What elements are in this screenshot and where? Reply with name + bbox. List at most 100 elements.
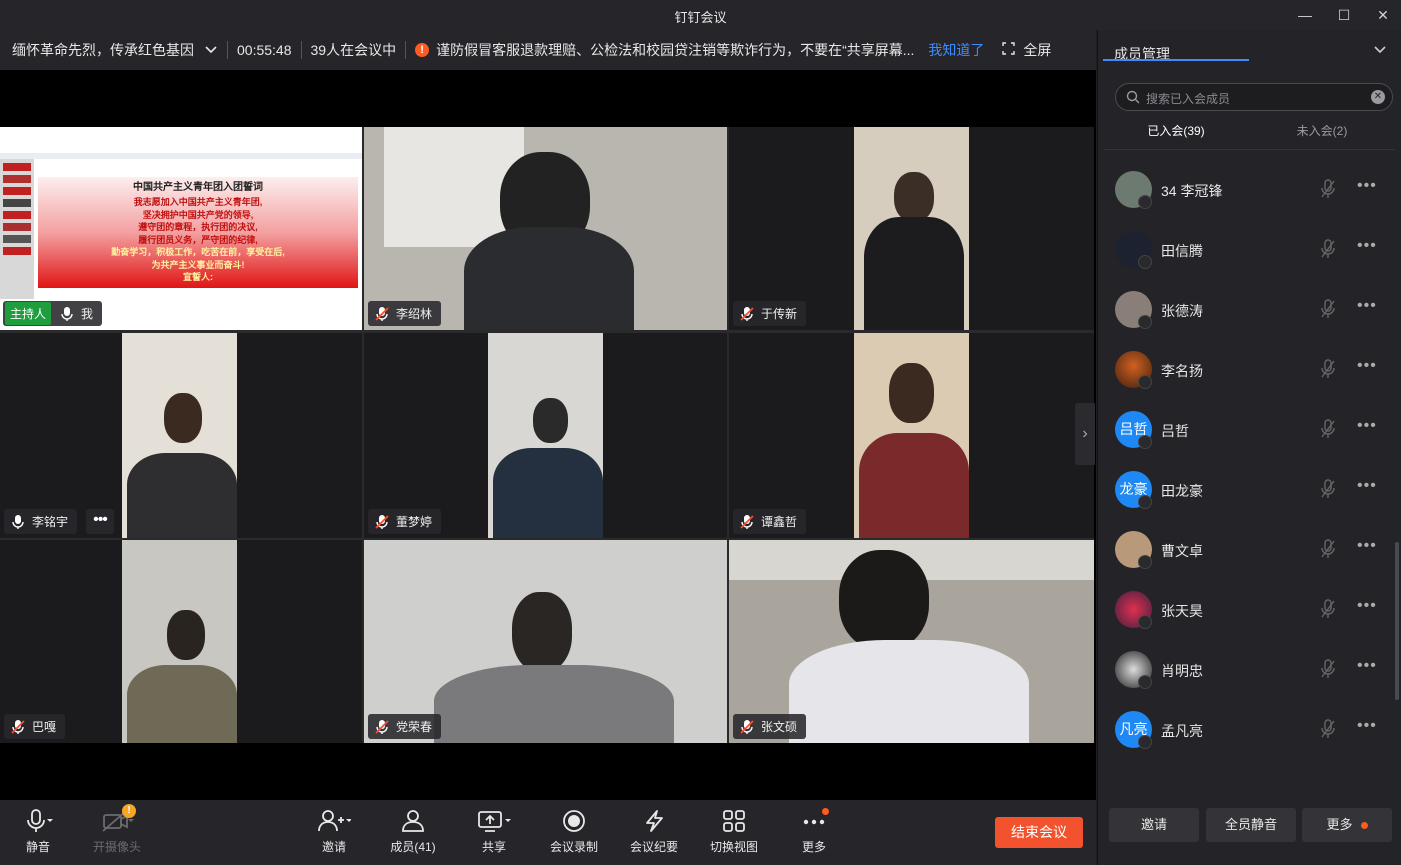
invite-button[interactable]: 邀请 xyxy=(296,808,372,855)
mic-muted-badge-icon xyxy=(1138,735,1152,749)
panel-more-button[interactable]: 更多 xyxy=(1302,808,1392,842)
member-list-scrollbar[interactable] xyxy=(1395,542,1399,700)
fullscreen-icon[interactable] xyxy=(1002,42,1016,58)
invite-button[interactable]: 邀请 xyxy=(1109,808,1199,842)
switch-view-button[interactable]: 切换视图 xyxy=(696,808,772,855)
next-page-chevron-icon[interactable]: › xyxy=(1075,403,1095,465)
list-item[interactable]: 凡亮 孟凡亮 ••• xyxy=(1098,700,1398,760)
participant-name: 张文硕 xyxy=(761,720,798,734)
more-button[interactable]: 更多 xyxy=(776,808,852,855)
record-button[interactable]: 会议录制 xyxy=(536,808,612,855)
member-name: 张天昊 xyxy=(1161,603,1203,619)
share-button[interactable]: 共享 xyxy=(456,808,532,855)
participant-name: 李绍林 xyxy=(396,307,433,321)
tab-joined[interactable]: 已入会(39) xyxy=(1103,122,1249,139)
camera-feed xyxy=(122,540,237,743)
video-tile-participant[interactable]: 谭鑫哲 xyxy=(729,333,1094,538)
list-item[interactable]: 曹文卓 ••• xyxy=(1098,520,1398,580)
chevron-down-icon[interactable] xyxy=(204,42,218,58)
participant-name: 李铭宇 xyxy=(32,515,69,529)
share-label: 共享 xyxy=(481,840,506,854)
minutes-button[interactable]: 会议纪要 xyxy=(616,808,692,855)
close-icon[interactable]: ✕ xyxy=(1372,4,1394,26)
attendee-count[interactable]: 39人在会议中 xyxy=(311,40,397,60)
minimize-icon[interactable]: — xyxy=(1294,4,1316,26)
list-item[interactable]: 龙豪 田龙豪 ••• xyxy=(1098,460,1398,520)
list-item[interactable]: 张德涛 ••• xyxy=(1098,280,1398,340)
list-item[interactable]: 张天昊 ••• xyxy=(1098,580,1398,640)
video-tile-participant[interactable]: 李绍林 xyxy=(364,127,727,330)
fraud-notice: 谨防假冒客服退款理赔、公检法和校园贷注销等欺诈行为，不要在“共享屏幕... xyxy=(436,42,915,58)
mic-muted-icon[interactable] xyxy=(1320,239,1336,259)
meeting-name[interactable]: 缅怀革命先烈，传承红色基因 xyxy=(12,40,194,60)
video-tile-screen-share[interactable]: 中国共产主义青年团入团誓词 我志愿加入中国共产主义青年团, 坚决拥护中国共产党的… xyxy=(0,127,362,330)
mic-muted-icon[interactable] xyxy=(1320,299,1336,319)
mic-muted-icon[interactable] xyxy=(1320,419,1336,439)
mic-muted-icon[interactable] xyxy=(1320,719,1336,739)
tile-nametag: 谭鑫哲 xyxy=(733,509,807,534)
mic-muted-icon[interactable] xyxy=(1320,359,1336,379)
member-more-icon[interactable]: ••• xyxy=(1357,297,1377,315)
video-area: 中国共产主义青年团入团誓词 我志愿加入中国共产主义青年团, 坚决拥护中国共产党的… xyxy=(0,70,1096,800)
invite-label: 邀请 xyxy=(321,840,346,854)
title-bar: 钉钉会议 — ☐ ✕ xyxy=(0,0,1401,30)
camera-button[interactable]: ! 开摄像头 xyxy=(79,804,155,855)
fullscreen-button[interactable]: 全屏 xyxy=(1023,40,1051,60)
members-button[interactable]: 成员(41) xyxy=(375,808,451,855)
mic-muted-icon xyxy=(375,306,389,321)
member-more-icon[interactable]: ••• xyxy=(1357,537,1377,555)
mic-muted-icon[interactable] xyxy=(1320,599,1336,619)
video-tile-participant[interactable]: 巴嘎 xyxy=(0,540,362,743)
member-search-input[interactable]: 搜索已入会成员 ✕ xyxy=(1115,83,1393,111)
member-more-icon[interactable]: ••• xyxy=(1357,177,1377,195)
list-item[interactable]: 吕哲 吕哲 ••• xyxy=(1098,400,1398,460)
switch-view-label: 切换视图 xyxy=(709,840,758,854)
list-item[interactable]: 李名扬 ••• xyxy=(1098,340,1398,400)
list-item[interactable]: 田信腾 ••• xyxy=(1098,220,1398,280)
list-item[interactable]: 肖明忠 ••• xyxy=(1098,640,1398,700)
tile-nametag: 于传新 xyxy=(733,301,807,326)
mic-muted-badge-icon xyxy=(1138,315,1152,329)
mute-all-button[interactable]: 全员静音 xyxy=(1206,808,1296,842)
mic-muted-icon xyxy=(740,306,754,321)
video-tile-participant[interactable]: 于传新 xyxy=(729,127,1094,330)
add-user-icon xyxy=(296,808,372,834)
notification-dot xyxy=(1360,822,1368,830)
more-label: 更多 xyxy=(801,840,826,854)
notice-ack-link[interactable]: 我知道了 xyxy=(928,40,984,60)
mic-muted-icon[interactable] xyxy=(1320,659,1336,679)
video-grid: 中国共产主义青年团入团誓词 我志愿加入中国共产主义青年团, 坚决拥护中国共产党的… xyxy=(0,127,1094,743)
search-icon xyxy=(1126,90,1140,104)
chevron-down-icon[interactable] xyxy=(1373,42,1387,58)
active-tab-indicator xyxy=(1103,59,1249,61)
maximize-icon[interactable]: ☐ xyxy=(1333,4,1355,26)
video-tile-participant[interactable]: 党荣春 xyxy=(364,540,727,743)
list-item[interactable]: 34 李冠锋 ••• xyxy=(1098,160,1398,220)
ppt-toolbar xyxy=(0,153,362,159)
mic-muted-icon[interactable] xyxy=(1320,539,1336,559)
member-more-icon[interactable]: ••• xyxy=(1357,417,1377,435)
member-name: 田信腾 xyxy=(1161,243,1203,259)
ppt-thumbnails xyxy=(0,159,34,299)
mic-muted-icon xyxy=(11,719,25,734)
video-tile-participant[interactable]: 李铭宇 ••• xyxy=(0,333,362,538)
end-meeting-button[interactable]: 结束会议 xyxy=(995,817,1083,848)
member-more-icon[interactable]: ••• xyxy=(1357,597,1377,615)
mic-muted-icon[interactable] xyxy=(1320,479,1336,499)
video-tile-participant[interactable]: 董梦婷 xyxy=(364,333,727,538)
tile-nametag: 主持人 我 xyxy=(3,301,103,326)
member-more-icon[interactable]: ••• xyxy=(1357,237,1377,255)
mute-button[interactable]: 静音 xyxy=(0,808,76,855)
clear-icon[interactable]: ✕ xyxy=(1371,90,1385,104)
video-tile-participant[interactable]: 张文硕 xyxy=(729,540,1094,743)
member-more-icon[interactable]: ••• xyxy=(1357,657,1377,675)
member-more-icon[interactable]: ••• xyxy=(1357,477,1377,495)
participant-name: 党荣春 xyxy=(396,720,433,734)
member-more-icon[interactable]: ••• xyxy=(1357,717,1377,735)
record-label: 会议录制 xyxy=(549,840,598,854)
mic-muted-icon[interactable] xyxy=(1320,179,1336,199)
mute-label: 静音 xyxy=(25,840,50,854)
member-more-icon[interactable]: ••• xyxy=(1357,357,1377,375)
tile-more-button[interactable]: ••• xyxy=(86,509,114,534)
tab-not-joined[interactable]: 未入会(2) xyxy=(1249,122,1395,139)
